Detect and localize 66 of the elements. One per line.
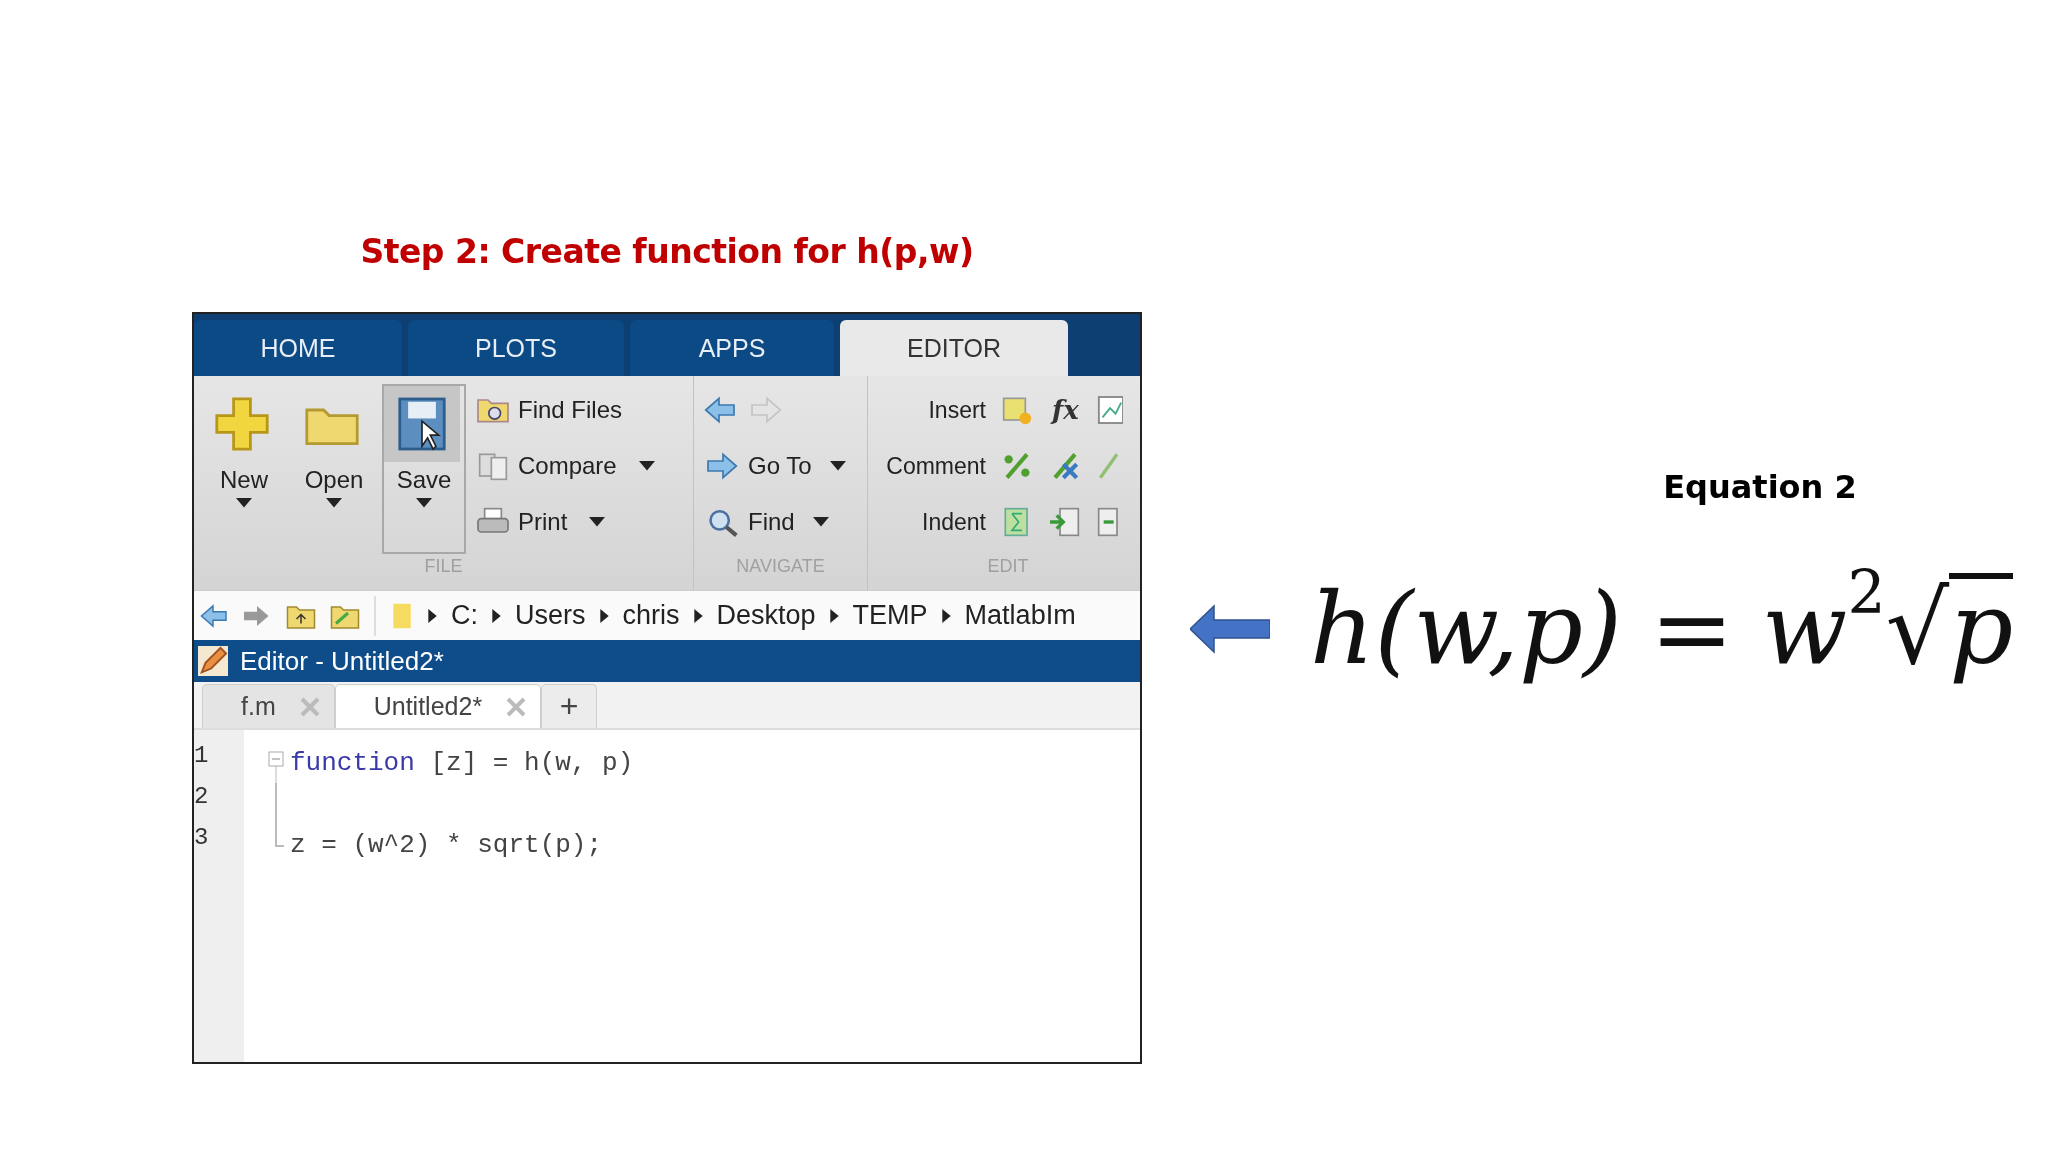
caret-icon [829,608,839,623]
path-segment[interactable]: Desktop [716,600,816,631]
new-tab-button[interactable]: + [541,684,598,728]
search-icon [706,507,740,537]
path-segment[interactable]: Users [515,600,586,631]
fold-end-line [275,824,284,847]
caret-icon [326,498,342,508]
caret-icon [599,608,609,623]
caret-icon [693,608,703,623]
document-tab[interactable]: Untitled2* [334,684,542,728]
close-icon[interactable] [299,696,320,717]
back-arrow-icon[interactable] [198,602,228,629]
folder-icon [390,601,414,630]
arrow-right-icon [706,451,740,481]
pencil-icon [198,646,228,676]
fold-line [275,783,277,824]
arrow-left-icon [1190,603,1270,654]
line-number: 2 [194,783,210,812]
document-tab[interactable]: f.m [202,684,335,728]
toolbar-button[interactable]: Go To [702,444,850,488]
toolbar-button[interactable]: Insert [876,396,986,424]
chart-icon [1096,395,1123,425]
path-segment[interactable]: C: [451,600,478,631]
path-segment[interactable]: MatlabIm [964,600,1076,631]
line-number: 1 [194,742,210,771]
toolbar-button[interactable]: Save [382,384,466,554]
ribbon-tab[interactable]: HOME [194,320,402,376]
line-number: 3 [194,824,210,853]
close-icon[interactable] [506,696,527,717]
ribbon-tab[interactable]: EDITOR [840,320,1068,376]
toolbar-button[interactable]: Find Files [472,388,665,432]
code-line: z = (w^2) * sqrt(p); [290,829,603,860]
toolbar-button[interactable]: Print [472,500,665,544]
caret-icon [428,608,437,623]
indent-left-icon [1048,507,1082,537]
back-arrow-icon[interactable] [702,395,736,425]
indent-right-icon [1096,507,1118,537]
function-button[interactable]: fx [1048,395,1083,425]
slide-title: Step 2: Create function for h(p,w) [360,232,974,273]
code-line: function [z] = h(w, p) [290,747,634,778]
plus-icon [214,396,270,452]
caret-icon [638,461,655,471]
caret-icon [416,498,432,508]
equation-label: Equation 2 [1663,468,1857,506]
caret-icon [492,608,501,623]
toolbar-button[interactable]: Find [702,500,850,544]
toolbar-button[interactable]: Comment [876,452,986,480]
path-segment[interactable]: chris [622,600,680,631]
caret-icon [589,517,606,527]
toolbar-button[interactable]: Indent [876,508,986,536]
ribbon-tab[interactable]: APPS [630,320,834,376]
wrap-comment-icon [1096,451,1118,481]
caret-icon [829,461,846,471]
insert-icon [1000,395,1034,425]
forward-arrow-icon[interactable] [750,395,784,425]
toolbar-button[interactable]: Compare [472,444,665,488]
caret-icon [941,608,951,623]
ribbon-tab[interactable]: PLOTS [408,320,624,376]
toolbar-button[interactable]: New [202,384,286,554]
toolbar-button[interactable]: Open [292,384,376,554]
path-segment[interactable]: TEMP [852,600,928,631]
caret-icon [236,498,252,508]
editor-title: Editor - Untitled2* [240,645,444,677]
caret-icon [812,517,829,527]
floppy-icon [397,396,447,452]
compare-icon [476,451,510,481]
